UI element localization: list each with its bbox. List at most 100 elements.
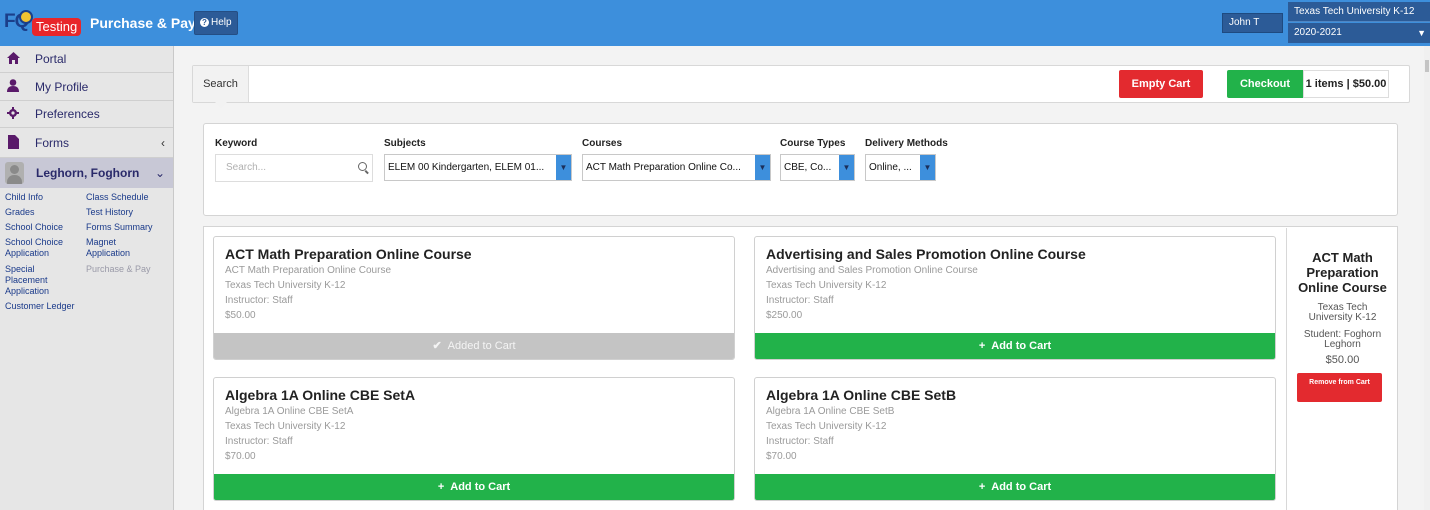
keyword-label: Keyword [215,138,258,149]
course-school: Texas Tech University K-12 [225,421,346,432]
course-types-value: CBE, Co... [784,162,832,173]
course-instructor: Instructor: Staff [225,436,293,447]
sidebar-item-label: Preferences [35,107,100,121]
tab-search-label: Search [203,78,238,90]
cart-summary: 1 items | $50.00 [1303,70,1389,98]
search-filters: Keyword Search... Subjects ELEM 00 Kinde… [203,123,1398,216]
subjects-value: ELEM 00 Kindergarten, ELEM 01... [388,162,545,173]
course-price: $250.00 [766,310,803,321]
course-subtitle: Advertising and Sales Promotion Online C… [766,265,978,276]
page-scrollbar[interactable] [1424,46,1430,510]
sidebar-item-label: My Profile [35,80,89,94]
added-to-cart-button[interactable]: ✔ Added to Cart [214,333,734,359]
link-class-schedule[interactable]: Class Schedule [86,192,168,203]
help-label: Help [211,17,232,28]
course-subtitle: Algebra 1A Online CBE SetA [225,406,354,417]
course-school: Texas Tech University K-12 [766,280,887,291]
action-label: Add to Cart [450,481,511,493]
course-instructor: Instructor: Staff [766,436,834,447]
tab-search[interactable]: Search [193,66,249,108]
keyword-placeholder: Search... [226,162,267,173]
link-purchase-and-pay[interactable]: Purchase & Pay [86,264,168,275]
sidebar-item-portal[interactable]: Portal [0,46,173,73]
link-special-placement-application[interactable]: Special Placement Application [5,264,67,297]
course-card: Algebra 1A Online CBE SetB Algebra 1A On… [754,377,1276,501]
course-instructor: Instructor: Staff [225,295,293,306]
sidebar-item-forms[interactable]: Forms ‹ [0,129,173,158]
student-name: Leghorn, Foghorn [36,166,140,180]
dropdown-arrow-icon: ▼ [755,155,770,180]
course-instructor: Instructor: Staff [766,295,834,306]
dropdown-arrow-icon: ▼ [839,155,854,180]
add-to-cart-button[interactable]: + Add to Cart [214,474,734,500]
file-icon [6,129,20,158]
delivery-methods-select[interactable]: Online, ... ▼ [865,154,936,181]
sidebar-item-my-profile[interactable]: My Profile [0,74,173,101]
link-test-history[interactable]: Test History [86,207,168,218]
course-card: Advertising and Sales Promotion Online C… [754,236,1276,360]
student-selector[interactable]: Leghorn, Foghorn ⌄ [0,158,173,188]
environment-badge: Testing [32,18,82,36]
action-label: Added to Cart [447,340,516,352]
course-price: $50.00 [225,310,256,321]
courses-label: Courses [582,138,623,149]
scrollbar-thumb[interactable] [1425,60,1429,72]
chevron-down-icon: ⌄ [154,166,165,180]
course-title: Algebra 1A Online CBE SetA [225,387,416,403]
subjects-select[interactable]: ELEM 00 Kindergarten, ELEM 01... ▼ [384,154,572,181]
course-title: ACT Math Preparation Online Course [225,246,472,262]
link-magnet-application[interactable]: Magnet Application [86,237,141,259]
course-price: $70.00 [766,451,797,462]
action-label: Add to Cart [991,481,1052,493]
school-year-select[interactable]: 2020-2021 ▼ [1288,23,1430,43]
avatar [5,162,24,184]
link-school-choice-application[interactable]: School Choice Application [5,237,75,259]
course-school: Texas Tech University K-12 [766,421,887,432]
course-school: Texas Tech University K-12 [225,280,346,291]
link-school-choice[interactable]: School Choice [5,222,87,233]
search-icon[interactable] [358,162,367,171]
sidebar-item-preferences[interactable]: Preferences [0,101,173,128]
app-logo[interactable]: FQ Testing [4,8,82,36]
course-subtitle: Algebra 1A Online CBE SetB [766,406,895,417]
chevron-left-icon: ‹ [161,136,165,150]
gear-icon [6,101,20,128]
cart-panel: ACT Math Preparation Online Course Texas… [1286,228,1397,510]
tab-pointer [215,102,227,108]
add-to-cart-button[interactable]: + Add to Cart [755,474,1275,500]
caret-down-icon: ▼ [1417,28,1426,38]
courses-select[interactable]: ACT Math Preparation Online Co... ▼ [582,154,771,181]
subjects-label: Subjects [384,138,426,149]
question-icon: ? [200,18,209,27]
link-child-info[interactable]: Child Info [5,192,87,203]
district-selector[interactable]: Texas Tech University K-12 [1288,2,1430,22]
empty-cart-button[interactable]: Empty Cart [1119,70,1203,98]
user-icon [6,74,20,101]
link-forms-summary[interactable]: Forms Summary [86,222,168,233]
keyword-input[interactable]: Search... [215,154,373,182]
course-title: Algebra 1A Online CBE SetB [766,387,957,403]
cart-toolbar: Search Empty Cart Checkout 1 items | $50… [192,65,1410,108]
help-button[interactable]: ? Help [194,11,238,35]
app-title: Purchase & Pay [90,15,196,31]
delivery-methods-label: Delivery Methods [865,138,948,149]
dropdown-arrow-icon: ▼ [556,155,571,180]
delivery-methods-value: Online, ... [869,162,912,173]
owl-icon [19,10,33,24]
link-customer-ledger[interactable]: Customer Ledger [5,301,87,312]
check-icon: ✔ [432,340,442,352]
course-types-select[interactable]: CBE, Co... ▼ [780,154,855,181]
link-grades[interactable]: Grades [5,207,87,218]
course-title: Advertising and Sales Promotion Online C… [766,246,1086,262]
checkout-button[interactable]: Checkout [1227,70,1303,98]
sidebar-item-label: Portal [35,52,67,66]
user-menu-button[interactable]: John T [1222,13,1283,33]
plus-icon: + [978,481,986,493]
remove-from-cart-button[interactable]: Remove from Cart [1297,373,1382,402]
sidebar: Portal My Profile Preferences Forms ‹ Le… [0,46,174,510]
courses-value: ACT Math Preparation Online Co... [586,162,741,173]
sidebar-item-label: Forms [35,136,69,150]
cart-item-school: Texas Tech University K-12 [1308,302,1377,323]
school-year-value: 2020-2021 [1294,27,1342,38]
add-to-cart-button[interactable]: + Add to Cart [755,333,1275,359]
